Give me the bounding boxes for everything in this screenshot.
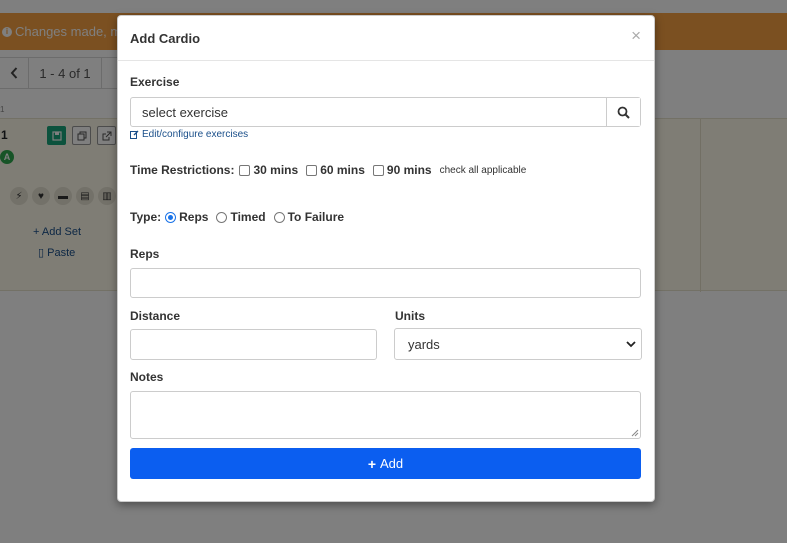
checkbox-30-mins[interactable] bbox=[239, 164, 251, 176]
units-label: Units bbox=[395, 309, 425, 323]
add-button-label: Add bbox=[380, 456, 404, 471]
radio-reps[interactable] bbox=[165, 211, 177, 223]
resize-handle-icon[interactable] bbox=[631, 429, 639, 437]
edit-icon bbox=[130, 130, 139, 139]
radio-timed[interactable] bbox=[216, 211, 228, 223]
distance-input[interactable] bbox=[130, 329, 377, 360]
notes-label: Notes bbox=[130, 370, 164, 384]
radio-to-failure[interactable] bbox=[273, 211, 285, 223]
close-icon[interactable]: × bbox=[631, 27, 641, 44]
modal-header: Add Cardio × bbox=[118, 16, 654, 61]
time-restrictions-label: Time Restrictions: bbox=[130, 163, 235, 177]
type-row: Type: Reps Timed To Failure bbox=[130, 210, 351, 224]
plus-icon: + bbox=[367, 455, 377, 472]
distance-label: Distance bbox=[130, 309, 181, 323]
search-button[interactable] bbox=[606, 98, 640, 126]
edit-exercises-link[interactable]: Edit/configure exercises bbox=[130, 129, 248, 140]
time-restrictions-row: Time Restrictions: 30 mins 60 mins 90 mi… bbox=[130, 163, 526, 177]
checkbox-60-mins[interactable] bbox=[306, 164, 318, 176]
option-90-mins: 90 mins bbox=[386, 163, 432, 177]
reps-label: Reps bbox=[130, 247, 160, 261]
type-label: Type: bbox=[130, 210, 162, 224]
checkbox-90-mins[interactable] bbox=[372, 164, 384, 176]
option-30-mins: 30 mins bbox=[253, 163, 299, 177]
search-icon bbox=[617, 106, 630, 119]
option-60-mins: 60 mins bbox=[320, 163, 365, 177]
modal-title: Add Cardio bbox=[130, 31, 201, 46]
exercise-label: Exercise bbox=[130, 75, 180, 89]
exercise-input[interactable] bbox=[131, 98, 606, 126]
chevron-down-icon bbox=[626, 341, 636, 348]
units-selected-value: yards bbox=[408, 336, 440, 352]
reps-input[interactable] bbox=[130, 268, 641, 298]
add-button[interactable]: + Add bbox=[130, 448, 641, 479]
option-reps: Reps bbox=[179, 210, 209, 224]
option-to-failure: To Failure bbox=[287, 210, 345, 224]
units-select[interactable]: yards bbox=[394, 328, 642, 360]
exercise-select-group bbox=[130, 97, 641, 127]
option-timed: Timed bbox=[230, 210, 266, 224]
time-restrictions-hint: check all applicable bbox=[439, 164, 527, 176]
add-cardio-modal: Add Cardio × Exercise Edit/configure exe… bbox=[117, 15, 655, 502]
edit-exercises-label: Edit/configure exercises bbox=[142, 129, 249, 140]
notes-textarea[interactable] bbox=[130, 391, 641, 439]
